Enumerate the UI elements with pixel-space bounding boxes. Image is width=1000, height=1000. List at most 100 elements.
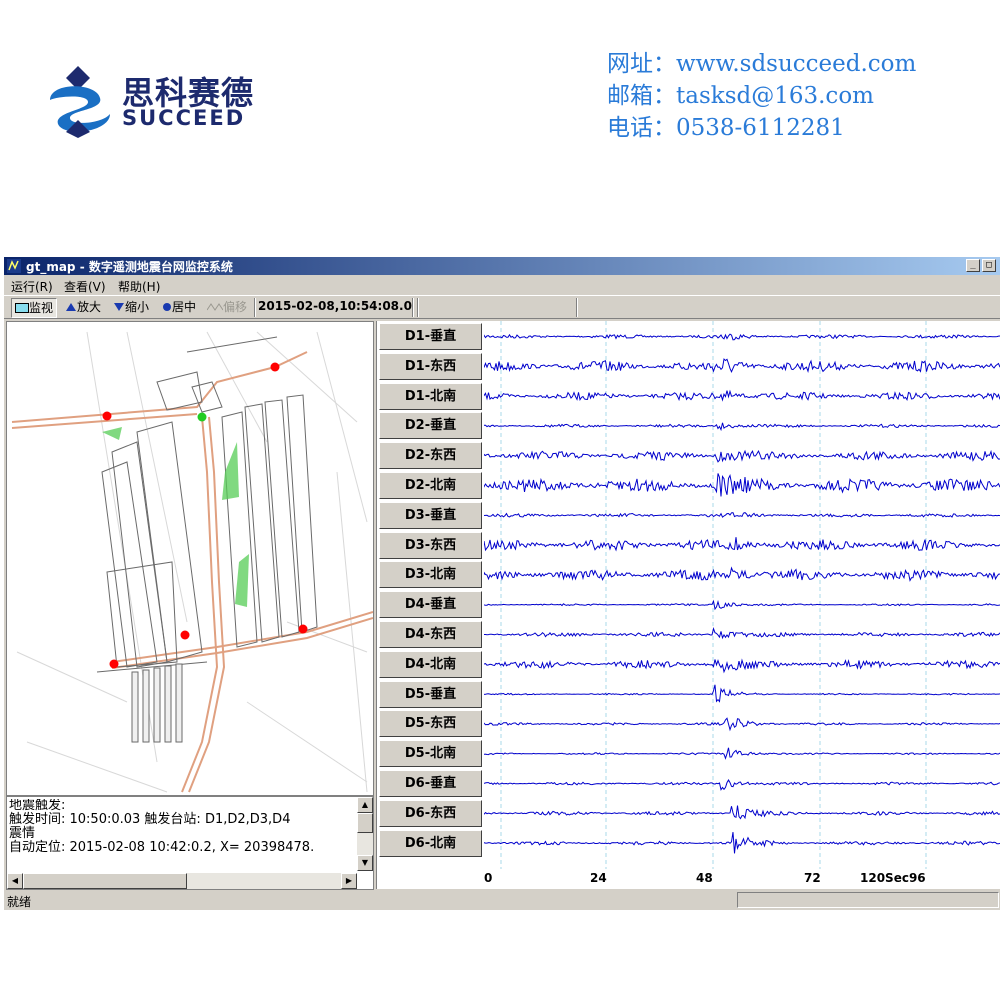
channel-button[interactable]: D5-东西 xyxy=(379,710,482,738)
channel-button[interactable]: D5-北南 xyxy=(379,740,482,768)
dot-icon xyxy=(163,303,171,311)
waveform-trace xyxy=(484,717,1000,732)
scroll-left-arrow-icon[interactable]: ◀ xyxy=(7,873,23,889)
menu-view[interactable]: 查看(V) xyxy=(64,278,106,295)
time-tick-label: 120Sec96 xyxy=(860,871,926,885)
channel-button[interactable]: D2-北南 xyxy=(379,472,482,499)
station-marker[interactable] xyxy=(109,659,119,669)
waveform-trace xyxy=(484,599,1000,611)
scroll-right-arrow-icon[interactable]: ▶ xyxy=(341,873,357,889)
log-horizontal-scrollbar[interactable]: ◀ ▶ xyxy=(7,873,357,889)
zoom-in-label: 放大 xyxy=(77,300,102,314)
wave-offset-icon xyxy=(206,303,224,311)
waveform-trace xyxy=(484,747,1000,760)
zoom-out-button[interactable]: 缩小 xyxy=(110,298,152,316)
station-marker[interactable] xyxy=(197,412,207,422)
channel-button[interactable]: D5-垂直 xyxy=(379,680,482,708)
channel-button[interactable]: D4-垂直 xyxy=(379,591,482,619)
station-marker[interactable] xyxy=(102,411,112,421)
contact-label: 电话： xyxy=(607,115,676,141)
app-icon xyxy=(7,259,21,273)
triangle-down-icon xyxy=(114,303,124,311)
title-bar[interactable]: gt_map - 数字遥测地震台网监控系统 _ □ xyxy=(4,257,1000,275)
channel-button[interactable]: D6-东西 xyxy=(379,799,482,827)
contact-value: 0538-6112281 xyxy=(676,115,845,141)
channel-button[interactable]: D4-北南 xyxy=(379,650,482,678)
zoom-out-label: 缩小 xyxy=(125,300,150,314)
log-vertical-scrollbar[interactable]: ▲ ▼ xyxy=(357,797,373,871)
channel-button[interactable]: D3-东西 xyxy=(379,531,482,559)
waveform-trace xyxy=(484,473,1000,497)
triangle-up-icon xyxy=(66,303,76,311)
contact-label: 网址： xyxy=(607,51,676,77)
toolbar-separator xyxy=(576,298,578,317)
channel-button[interactable]: D2-垂直 xyxy=(379,412,482,440)
contact-value: www.sdsucceed.com xyxy=(676,51,917,77)
toolbar-separator xyxy=(412,298,414,317)
waveform-trace xyxy=(484,389,1000,402)
channel-button[interactable]: D3-垂直 xyxy=(379,501,482,529)
contact-phone: 电话：0538-6112281 xyxy=(607,108,845,142)
station-marker[interactable] xyxy=(180,630,190,640)
waveform-trace xyxy=(484,684,1000,703)
log-line: 震情 xyxy=(9,826,36,841)
time-tick-label: 72 xyxy=(804,871,821,885)
status-bar: 就绪 xyxy=(4,890,1000,910)
channel-button[interactable]: D2-东西 xyxy=(379,442,482,470)
scroll-thumb[interactable] xyxy=(23,873,187,889)
waveform-trace xyxy=(484,512,1000,518)
event-log[interactable]: 地震触发: 触发时间: 10:50:0.03 触发台站: D1,D2,D3,D4… xyxy=(6,796,374,890)
waveform-trace xyxy=(484,778,1000,791)
minimize-button[interactable]: _ xyxy=(966,259,980,272)
channel-button[interactable]: D4-东西 xyxy=(379,621,482,648)
offset-button[interactable]: 偏移 xyxy=(204,298,250,316)
channel-button[interactable]: D6-北南 xyxy=(379,829,482,857)
monitor-icon xyxy=(15,303,29,313)
waveform-canvas[interactable] xyxy=(484,321,1000,869)
map-canvas[interactable] xyxy=(7,322,373,795)
channel-button[interactable]: D1-东西 xyxy=(379,352,482,380)
time-tick-label: 48 xyxy=(696,871,713,885)
maximize-button[interactable]: □ xyxy=(982,259,996,272)
zoom-in-button[interactable]: 放大 xyxy=(62,298,104,316)
waveform-trace xyxy=(484,805,1000,820)
window-title: gt_map - 数字遥测地震台网监控系统 xyxy=(26,260,233,274)
offset-label: 偏移 xyxy=(223,300,248,314)
app-window: gt_map - 数字遥测地震台网监控系统 _ □ 运行(R) 查看(V) 帮助… xyxy=(4,257,1000,910)
contact-label: 邮箱： xyxy=(607,83,676,109)
waveform-trace xyxy=(484,422,1000,432)
channel-button[interactable]: D1-垂直 xyxy=(379,323,482,350)
contact-website: 网址：www.sdsucceed.com xyxy=(607,44,916,78)
channel-button[interactable]: D6-垂直 xyxy=(379,770,482,797)
channel-button[interactable]: D3-北南 xyxy=(379,561,482,589)
scroll-thumb[interactable] xyxy=(357,813,373,833)
menu-help[interactable]: 帮助(H) xyxy=(118,278,160,295)
waveform-trace xyxy=(484,358,1000,374)
monitor-button[interactable]: 监视 xyxy=(11,298,58,318)
contact-email: 邮箱：tasksd@163.com xyxy=(607,76,874,110)
station-map[interactable] xyxy=(6,321,374,796)
waveform-trace xyxy=(484,832,1000,854)
waveform-trace xyxy=(484,658,1000,674)
menu-run[interactable]: 运行(R) xyxy=(11,278,53,295)
scroll-down-arrow-icon[interactable]: ▼ xyxy=(357,855,373,871)
waveform-panel[interactable]: D1-垂直 D1-东西 D1-北南 D2-垂直 D2-东西 D2-北南 D3-垂直 D3-东西… xyxy=(376,321,1000,889)
log-line: 触发时间: 10:50:0.03 触发台站: D1,D2,D3,D4 xyxy=(9,812,291,827)
center-label: 居中 xyxy=(172,300,197,314)
toolbar-separator xyxy=(254,298,256,317)
channel-button[interactable]: D1-北南 xyxy=(379,382,482,410)
time-tick-label: 0 xyxy=(484,871,493,885)
current-datetime: 2015-02-08,10:54:08.0 xyxy=(258,299,412,313)
waveform-trace xyxy=(484,537,1000,552)
monitor-label: 监视 xyxy=(29,301,54,315)
log-text: 地震触发: 触发时间: 10:50:0.03 触发台站: D1,D2,D3,D4… xyxy=(9,799,353,855)
station-marker[interactable] xyxy=(298,624,308,634)
brand-name-en: SUCCEED xyxy=(122,106,246,130)
scroll-up-arrow-icon[interactable]: ▲ xyxy=(357,797,373,813)
waveform-trace xyxy=(484,566,1000,582)
waveform-trace xyxy=(484,333,1000,341)
center-button[interactable]: 居中 xyxy=(159,298,199,316)
waveform-trace xyxy=(484,627,1000,640)
station-marker[interactable] xyxy=(270,362,280,372)
toolbar: 监视 放大 缩小 居中 偏移 2015-02-08,10:54:08.0 xyxy=(4,295,1000,319)
